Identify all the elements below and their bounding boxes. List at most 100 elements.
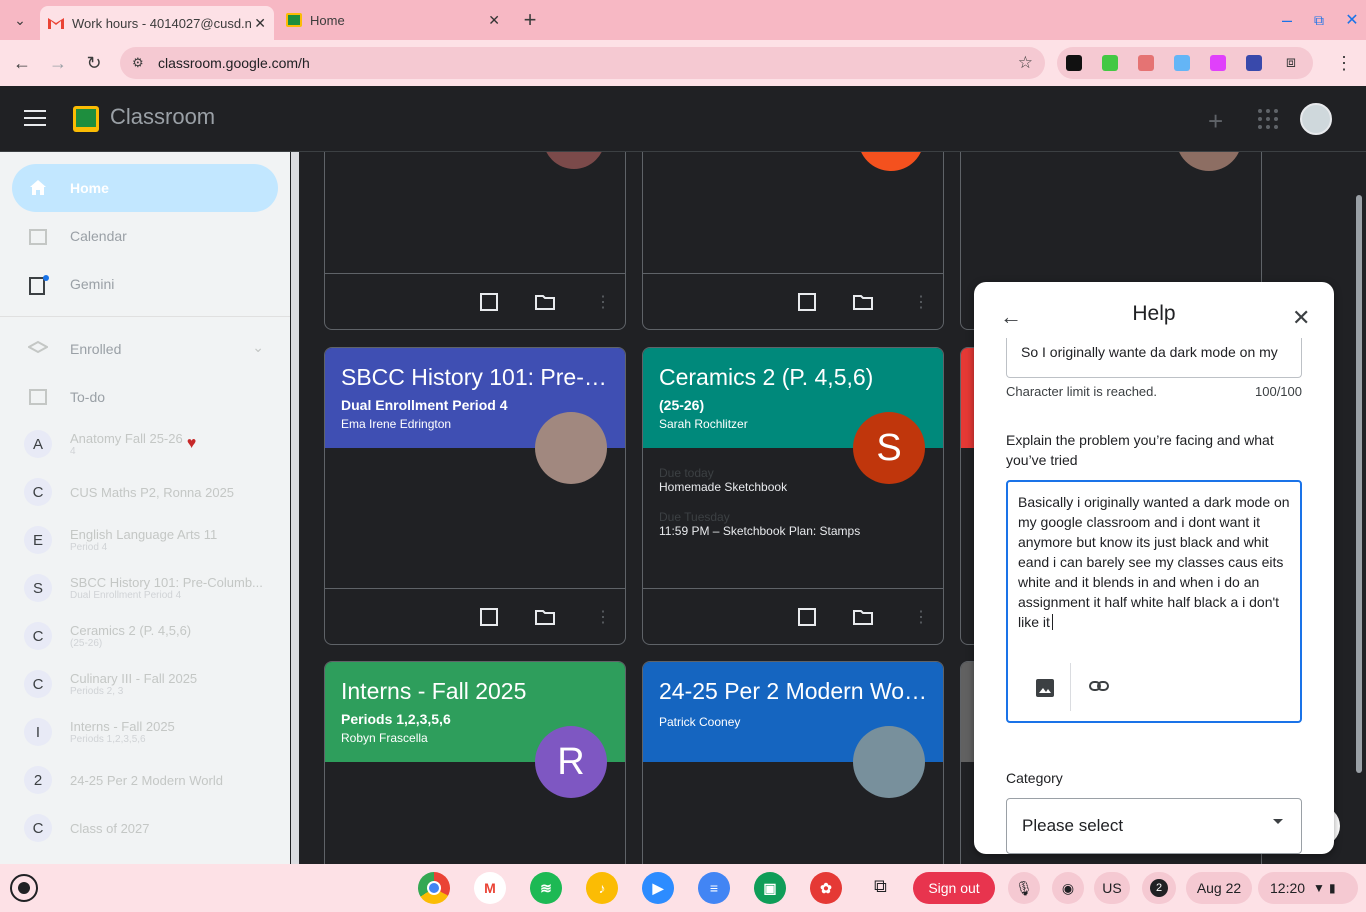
maximize-icon[interactable]: ⧉ xyxy=(1305,6,1333,34)
extension-icon[interactable] xyxy=(1066,55,1082,71)
folder-icon[interactable] xyxy=(535,292,555,312)
app-name[interactable]: Classroom xyxy=(110,104,215,130)
docs-icon[interactable]: ≡ xyxy=(698,872,730,904)
close-window-icon[interactable]: ✕ xyxy=(1338,6,1366,34)
insert-link-icon[interactable] xyxy=(1088,675,1110,701)
class-title[interactable]: SBCC History 101: Pre-Columbian xyxy=(341,364,611,391)
browser-menu-icon[interactable]: ⋮ xyxy=(1330,49,1358,77)
card-banner[interactable]: Ceramics 2 (P. 4,5,6) (25-26) Sarah Roch… xyxy=(643,348,943,484)
class-card[interactable]: ⋮ xyxy=(642,152,944,330)
microphone-icon[interactable]: 🎙 xyxy=(1008,872,1040,904)
class-title[interactable]: 24-25 Per 2 Modern World xyxy=(659,678,929,705)
status-area[interactable]: 12:20 ▼ ▮ xyxy=(1258,872,1358,904)
class-title[interactable]: Ceramics 2 (P. 4,5,6) xyxy=(659,364,929,391)
assignments-icon[interactable] xyxy=(479,607,499,627)
assignments-icon[interactable] xyxy=(797,607,817,627)
launcher-icon[interactable] xyxy=(10,874,38,902)
sidebar-class-item[interactable]: E English Language Arts 11 Period 4 xyxy=(24,518,284,562)
sidebar-scrollbar[interactable] xyxy=(291,152,299,864)
add-class-icon[interactable]: + xyxy=(1208,106,1223,137)
ime-indicator[interactable]: US xyxy=(1094,872,1130,904)
folder-icon[interactable] xyxy=(853,607,873,627)
account-avatar[interactable] xyxy=(1300,103,1332,135)
sidebar-item-calendar[interactable]: Calendar xyxy=(12,212,278,260)
sidebar-class-item[interactable]: I Interns - Fall 2025 Periods 1,2,3,5,6 xyxy=(24,710,284,754)
extension-icon[interactable] xyxy=(1210,55,1226,71)
tote-icon[interactable]: ⧉ xyxy=(874,876,887,897)
address-bar[interactable]: ⚙ classroom.google.com/h ☆ xyxy=(120,47,1045,79)
char-limit-message: Character limit is reached. xyxy=(1006,384,1157,399)
card-banner[interactable]: SBCC History 101: Pre-Columbian Dual Enr… xyxy=(325,348,625,484)
classroom-app-icon[interactable]: ▣ xyxy=(754,872,786,904)
select-to-speak-icon[interactable]: ◉ xyxy=(1052,872,1084,904)
close-icon[interactable]: ✕ xyxy=(1292,305,1310,331)
music-app-icon[interactable]: ♪ xyxy=(586,872,618,904)
class-card[interactable]: Interns - Fall 2025 Periods 1,2,3,5,6 Ro… xyxy=(324,661,626,864)
more-options-icon[interactable]: ⋮ xyxy=(913,292,933,312)
sidebar-class-item[interactable]: C Ceramics 2 (P. 4,5,6) (25-26) xyxy=(24,614,284,658)
class-name: Anatomy Fall 25-26 xyxy=(70,431,183,446)
class-avatar: 2 xyxy=(24,766,52,794)
paint-app-icon[interactable]: ✿ xyxy=(810,872,842,904)
page-scrollbar[interactable] xyxy=(1356,195,1362,773)
class-card[interactable]: Ceramics 2 (P. 4,5,6) (25-26) Sarah Roch… xyxy=(642,347,944,645)
sidebar-class-item[interactable]: C Class of 2027 xyxy=(24,806,284,850)
folder-icon[interactable] xyxy=(535,607,555,627)
sidebar-class-item[interactable]: C Culinary III - Fall 2025 Periods 2, 3 xyxy=(24,662,284,706)
card-banner[interactable]: 24-25 Per 2 Modern World Patrick Cooney xyxy=(643,662,943,798)
sidebar-class-item[interactable]: S SBCC History 101: Pre-Columb... Dual En… xyxy=(24,566,284,610)
tab-search-icon[interactable]: ⌄ xyxy=(6,6,34,34)
card-banner[interactable]: Interns - Fall 2025 Periods 1,2,3,5,6 Ro… xyxy=(325,662,625,798)
class-section: Periods 2, 3 xyxy=(70,686,124,697)
extension-icon[interactable] xyxy=(1246,55,1262,71)
date-pill[interactable]: Aug 22 xyxy=(1186,872,1252,904)
extension-icon[interactable] xyxy=(1138,55,1154,71)
sidebar-item-label: Gemini xyxy=(70,276,115,292)
tab-gmail[interactable]: Work hours - 4014027@cusd.n ✕ xyxy=(40,6,274,40)
extensions-puzzle-icon[interactable]: ⧈ xyxy=(1277,49,1305,77)
sidebar-item-todo[interactable]: To-do xyxy=(12,373,278,421)
back-icon[interactable]: ← xyxy=(8,49,36,77)
sidebar-class-item[interactable]: 2 24-25 Per 2 Modern World xyxy=(24,758,284,802)
sign-out-button[interactable]: Sign out xyxy=(913,872,995,904)
sidebar-class-item[interactable]: A Anatomy Fall 25-26 4 ♥ xyxy=(24,422,284,466)
tab-classroom[interactable]: Home ✕ xyxy=(278,6,508,34)
reload-icon[interactable]: ↻ xyxy=(80,49,108,77)
zoom-icon[interactable]: ▶ xyxy=(642,872,674,904)
bookmark-star-icon[interactable]: ☆ xyxy=(1018,53,1033,73)
class-card[interactable]: 24-25 Per 2 Modern World Patrick Cooney xyxy=(642,661,944,864)
due-item[interactable]: 11:59 PM – Sketchbook Plan: Stamps xyxy=(643,524,943,538)
more-options-icon[interactable]: ⋮ xyxy=(595,292,615,312)
more-options-icon[interactable]: ⋮ xyxy=(595,607,615,627)
forward-icon[interactable]: → xyxy=(44,49,72,77)
site-info-icon[interactable]: ⚙ xyxy=(132,55,144,71)
category-select[interactable]: Please select xyxy=(1006,798,1302,854)
sidebar-item-home[interactable]: Home xyxy=(12,164,278,212)
assignments-icon[interactable] xyxy=(797,292,817,312)
extension-icon[interactable] xyxy=(1174,55,1190,71)
spotify-icon[interactable]: ≋ xyxy=(530,872,562,904)
notification-count[interactable]: 2 xyxy=(1142,872,1176,904)
summary-input[interactable]: So I originally wante da dark mode on my xyxy=(1006,338,1302,378)
class-title[interactable]: Interns - Fall 2025 xyxy=(341,678,611,705)
insert-image-icon[interactable] xyxy=(1034,677,1056,704)
apps-grid-icon[interactable] xyxy=(1258,109,1278,129)
sidebar-item-enrolled[interactable]: Enrolled ⌄ xyxy=(12,325,278,373)
close-tab-icon[interactable]: ✕ xyxy=(488,12,500,29)
assignments-icon[interactable] xyxy=(479,292,499,312)
sidebar-item-gemini[interactable]: Gemini xyxy=(12,260,278,308)
sidebar-class-item[interactable]: C CUS Maths P2, Ronna 2025 xyxy=(24,470,284,514)
extension-icon[interactable] xyxy=(1102,55,1118,71)
more-options-icon[interactable]: ⋮ xyxy=(913,607,933,627)
close-tab-icon[interactable]: ✕ xyxy=(254,15,266,32)
description-textarea[interactable]: Basically i originally wanted a dark mod… xyxy=(1006,480,1302,723)
class-card[interactable]: SBCC History 101: Pre-Columbian Dual Enr… xyxy=(324,347,626,645)
gmail-app-icon[interactable]: M xyxy=(474,872,506,904)
classroom-logo-icon[interactable] xyxy=(73,106,99,132)
class-card[interactable]: ⋮ xyxy=(324,152,626,330)
main-menu-icon[interactable] xyxy=(24,110,46,126)
minimize-icon[interactable]: – xyxy=(1273,6,1301,34)
chrome-icon[interactable] xyxy=(418,872,450,904)
folder-icon[interactable] xyxy=(853,292,873,312)
new-tab-icon[interactable]: + xyxy=(516,6,544,34)
